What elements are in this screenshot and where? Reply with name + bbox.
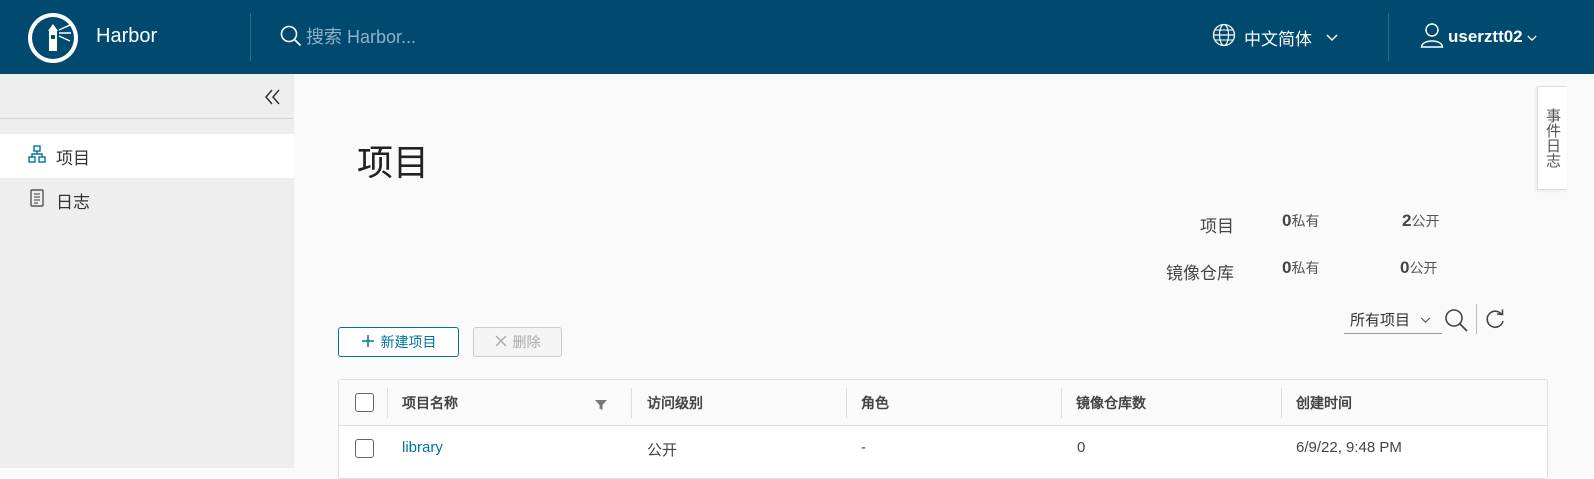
stat-unit: 公开 — [1411, 213, 1440, 229]
column-header-access[interactable]: 访问级别 — [647, 393, 703, 413]
global-search-input[interactable] — [304, 22, 584, 52]
chevron-down-icon — [1326, 27, 1338, 47]
sidebar-divider — [0, 118, 294, 119]
sidebar-item-projects[interactable]: 项目 — [0, 134, 294, 178]
close-icon — [495, 334, 507, 350]
stat-unit: 私有 — [1291, 260, 1320, 276]
sidebar-item-label: 日志 — [56, 192, 90, 212]
filter-value: 所有项目 — [1350, 312, 1411, 329]
column-header-name[interactable]: 项目名称 — [402, 393, 458, 413]
harbor-logo[interactable] — [28, 13, 78, 63]
stat-unit: 公开 — [1409, 260, 1438, 276]
header-divider — [250, 13, 251, 61]
logs-icon — [28, 188, 46, 212]
filter-icon[interactable] — [595, 398, 607, 416]
language-label: 中文简体 — [1244, 29, 1312, 49]
stat-projects-label: 项目 — [1200, 217, 1234, 236]
column-header-repo-count[interactable]: 镜像仓库数 — [1076, 393, 1146, 413]
header-divider — [1388, 13, 1389, 61]
language-selector[interactable]: 中文简体 — [1212, 22, 1338, 52]
globe-icon — [1212, 23, 1236, 52]
project-filter-select[interactable]: 所有项目 — [1344, 306, 1442, 334]
event-log-tab[interactable]: 事件日志 — [1537, 86, 1567, 190]
sidebar: 项目 日志 — [0, 74, 294, 468]
new-project-button[interactable]: 新建项目 — [338, 327, 459, 357]
projects-table: 项目名称 访问级别 角色 镜像仓库数 创建时间 library 公开 - 0 6… — [338, 379, 1548, 479]
user-icon — [1420, 22, 1444, 53]
search-icon[interactable] — [1444, 308, 1468, 337]
stat-projects-private: 0私有 — [1282, 211, 1319, 231]
sidebar-item-label: 项目 — [56, 148, 90, 168]
column-divider — [1281, 388, 1282, 418]
chevron-down-icon — [1420, 311, 1431, 328]
stat-projects-public: 2公开 — [1402, 211, 1439, 231]
select-all-checkbox[interactable] — [355, 393, 374, 412]
column-header-created[interactable]: 创建时间 — [1296, 393, 1352, 413]
delete-label: 删除 — [512, 334, 541, 350]
plus-icon — [361, 334, 375, 351]
column-divider — [846, 388, 847, 418]
column-divider — [387, 388, 388, 418]
stat-unit: 私有 — [1291, 213, 1320, 229]
column-header-role[interactable]: 角色 — [861, 393, 889, 413]
access-level: 公开 — [647, 442, 678, 459]
page-title: 项目 — [357, 142, 430, 183]
stat-repos-public: 0公开 — [1400, 258, 1437, 278]
column-divider — [631, 388, 632, 418]
new-project-label: 新建项目 — [380, 334, 437, 350]
chevron-down-icon — [1527, 27, 1537, 47]
sidebar-item-logs[interactable]: 日志 — [0, 178, 294, 222]
stat-repos-label: 镜像仓库 — [1166, 264, 1234, 283]
toolbar-divider — [1476, 304, 1477, 334]
brand-name[interactable]: Harbor — [96, 25, 157, 48]
search-icon — [280, 25, 302, 47]
stat-repos-private: 0私有 — [1282, 258, 1319, 278]
creation-time: 6/9/22, 9:48 PM — [1296, 439, 1402, 456]
username: userztt02 — [1448, 27, 1523, 46]
refresh-icon[interactable] — [1484, 309, 1506, 336]
project-name-link[interactable]: library — [402, 439, 443, 456]
top-nav: Harbor 中文简体 — [0, 0, 1594, 74]
projects-icon — [28, 144, 46, 168]
user-menu[interactable]: userztt02 — [1420, 22, 1537, 52]
delete-button[interactable]: 删除 — [473, 327, 562, 357]
table-header: 项目名称 访问级别 角色 镜像仓库数 创建时间 — [339, 380, 1547, 426]
repo-count: 0 — [1077, 439, 1086, 456]
collapse-sidebar-icon[interactable] — [260, 86, 286, 108]
column-divider — [1061, 388, 1062, 418]
row-checkbox[interactable] — [355, 439, 374, 458]
role: - — [861, 439, 866, 456]
